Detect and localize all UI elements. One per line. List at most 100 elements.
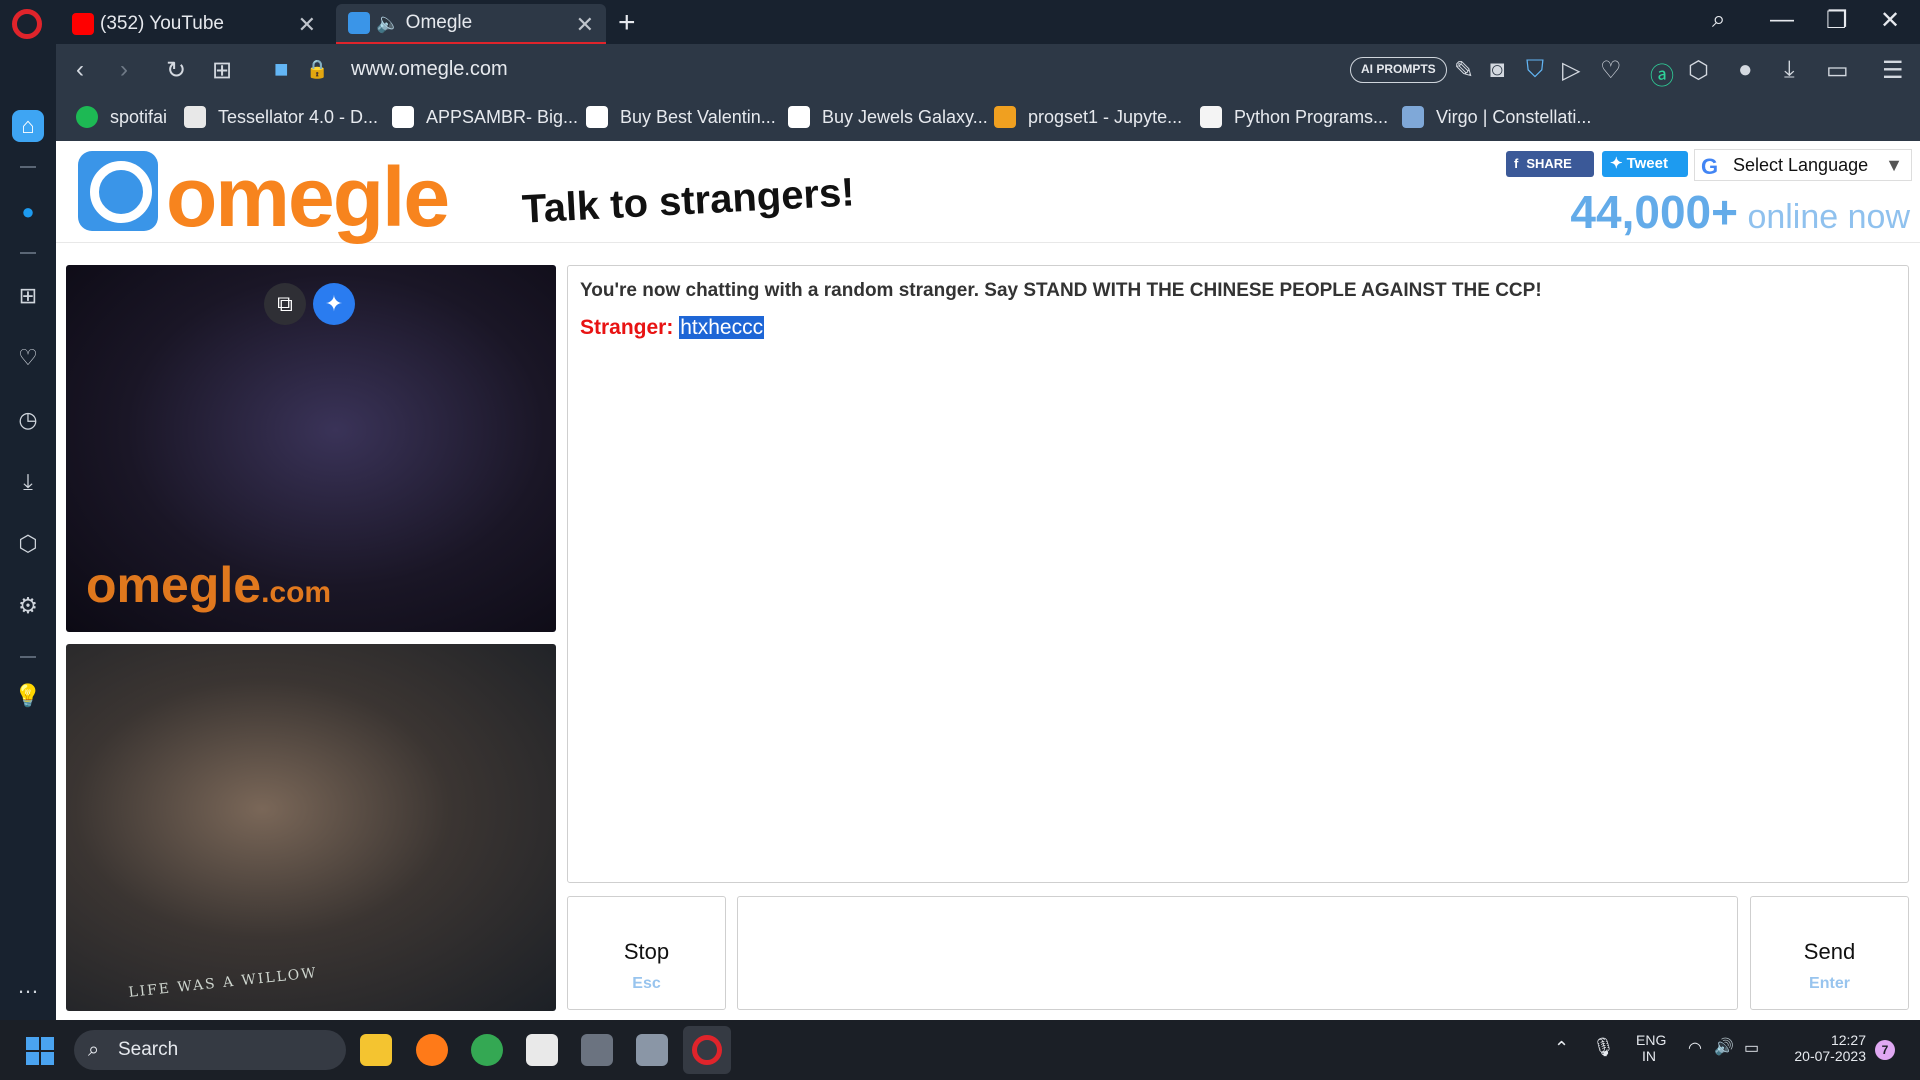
bookmark-jewels[interactable]: Buy Jewels Galaxy... (788, 106, 988, 128)
bookmark-valentine[interactable]: Buy Best Valentin... (586, 106, 776, 128)
restore-icon[interactable]: ❐ (1826, 6, 1848, 35)
omegle-watermark: omegle.com (86, 557, 332, 613)
time: 12:27 (1830, 1032, 1866, 1048)
bookmark-progset1[interactable]: progset1 - Jupyte... (994, 106, 1182, 128)
download-icon[interactable]: ⤓ (1784, 56, 1795, 84)
chat-log[interactable]: You're now chatting with a random strang… (567, 265, 1909, 883)
url-field[interactable]: www.omegle.com (351, 58, 508, 81)
unity-icon[interactable] (581, 1034, 613, 1066)
amazon-icon (788, 106, 810, 128)
speed-dial-icon[interactable]: ⊞ (212, 56, 232, 85)
stop-button[interactable]: Stop Esc (567, 896, 726, 1010)
send-hint: Enter (1809, 975, 1850, 992)
send-button[interactable]: Send Enter (1750, 896, 1909, 1010)
amazon-icon (586, 106, 608, 128)
stranger-message: Stranger: htxheccc (580, 316, 1896, 340)
volume-icon[interactable]: 🔊 (1714, 1037, 1734, 1057)
close-tab-icon[interactable]: ✕ (298, 12, 316, 38)
tab-search-icon[interactable]: ⌕ (1712, 6, 1725, 34)
sparkle-icon[interactable]: ✦ (313, 283, 355, 325)
bookmark-tessellator[interactable]: Tessellator 4.0 - D... (184, 106, 378, 128)
clock[interactable]: 12:27 20-07-2023 (1786, 1032, 1866, 1064)
download-icon[interactable]: ⤓ (12, 466, 44, 498)
language-indicator[interactable]: ENG IN (1636, 1032, 1666, 1064)
taskbar-search[interactable]: ⌕ Search (74, 1030, 346, 1070)
easy-setup-icon[interactable]: ☰ (1882, 56, 1904, 85)
microphone-icon[interactable]: 🎙 (1592, 1037, 1615, 1058)
tray-overflow-icon[interactable]: ⌃ (1554, 1038, 1569, 1059)
minimize-icon[interactable]: — (1770, 6, 1794, 34)
send-label: Send (1803, 939, 1856, 964)
bookmark-label: Python Programs... (1234, 106, 1389, 127)
opera-logo-icon[interactable] (12, 9, 42, 39)
close-tab-icon[interactable]: ✕ (576, 12, 594, 38)
bookmark-label: Buy Jewels Galaxy... (822, 106, 988, 127)
bookmark-python-programs[interactable]: Python Programs... (1200, 106, 1388, 128)
stranger-video: ⧉ ✦ omegle.com (66, 265, 556, 632)
bookmark-label: progset1 - Jupyte... (1028, 106, 1183, 127)
tweet-button[interactable]: ✦ Tweet (1602, 151, 1688, 177)
battery-saver-icon[interactable]: ▭ (1826, 56, 1849, 85)
yn-icon (1200, 106, 1222, 128)
reload-icon[interactable]: ↻ (166, 56, 186, 85)
lang-bottom: IN (1642, 1048, 1656, 1064)
sidebar-divider (20, 166, 36, 168)
twitter-icon[interactable]: ● (12, 196, 44, 228)
edit-icon[interactable]: ✎ (1454, 56, 1474, 85)
wifi-icon[interactable]: ◠ (1688, 1038, 1702, 1058)
tagline: Talk to strangers! (521, 170, 856, 232)
profile-icon[interactable]: ● (1738, 56, 1753, 84)
notification-badge[interactable]: 7 (1875, 1040, 1895, 1060)
opera-icon (692, 1035, 722, 1065)
windows-start-icon[interactable] (26, 1037, 54, 1065)
forward-icon[interactable]: › (120, 56, 128, 84)
send-icon[interactable]: ▷ (1562, 56, 1580, 85)
back-icon[interactable]: ‹ (76, 56, 84, 84)
opera-taskbar-button[interactable] (683, 1026, 731, 1074)
new-tab-icon[interactable]: + (618, 6, 636, 40)
workspaces-icon[interactable]: ⊞ (12, 280, 44, 312)
shield-icon[interactable]: ⛉ (1526, 56, 1544, 84)
bookmark-spotifai[interactable]: spotifai (76, 106, 167, 128)
self-video: LIFE WAS A WILLOW (66, 644, 556, 1011)
home-icon[interactable]: ⌂ (12, 110, 44, 142)
lock-icon[interactable]: 🔒 (306, 59, 328, 80)
tab-omegle[interactable]: 🔈 Omegle ✕ (336, 4, 606, 44)
chrome-icon[interactable] (471, 1034, 503, 1066)
facebook-share-button[interactable]: f SHARE (1506, 151, 1594, 177)
tips-lightbulb-icon[interactable]: 💡 (12, 680, 44, 712)
battery-icon[interactable]: ▭ (1744, 1038, 1759, 1058)
ai-prompts-button[interactable]: AI PROMPTS (1350, 57, 1447, 83)
search-label: Search (118, 1039, 179, 1060)
tab-title: Omegle (405, 12, 473, 33)
extensions-cube-icon[interactable]: ⬡ (12, 528, 44, 560)
more-icon[interactable]: … (12, 970, 44, 1002)
message-text[interactable]: htxheccc (679, 316, 765, 339)
address-bar: ‹ › ↻ ⊞ ■ 🔒 www.omegle.com AI PROMPTS ✎ … (56, 44, 1920, 96)
snapshot-icon[interactable]: ◙ (1490, 56, 1505, 84)
close-window-icon[interactable]: ✕ (1880, 6, 1900, 35)
bookmark-appsambr[interactable]: APPSAMBR- Big... (392, 106, 578, 128)
chat-message-input[interactable] (737, 896, 1738, 1010)
file-explorer-icon[interactable] (360, 1034, 392, 1066)
lang-top: ENG (1636, 1032, 1667, 1048)
history-icon[interactable]: ◷ (12, 404, 44, 436)
microsoft-store-icon[interactable] (526, 1034, 558, 1066)
pip-icon[interactable]: ⧉ (264, 283, 306, 325)
speaker-icon[interactable]: 🔈 (376, 11, 400, 35)
settings-gear-icon[interactable]: ⚙ (12, 590, 44, 622)
extensions-cube-icon[interactable]: ⬡ (1688, 56, 1709, 85)
tab-youtube[interactable]: (352) YouTube ✕ (60, 4, 328, 44)
bookmark-virgo[interactable]: Virgo | Constellati... (1402, 106, 1591, 128)
calculator-icon[interactable] (636, 1034, 668, 1066)
omegle-logo-icon (78, 151, 158, 231)
amazon-icon (392, 106, 414, 128)
camera-icon[interactable]: ■ (274, 56, 289, 84)
select-language-dropdown[interactable]: G Select Language ▼ (1694, 149, 1912, 181)
heart-icon[interactable]: ♡ (12, 342, 44, 374)
heart-icon[interactable]: ♡ (1600, 56, 1622, 85)
firefox-icon[interactable] (416, 1034, 448, 1066)
extension-a-icon[interactable]: ⓐ (1650, 56, 1674, 91)
youtube-icon (72, 13, 94, 35)
bookmark-label: Buy Best Valentin... (620, 106, 776, 127)
